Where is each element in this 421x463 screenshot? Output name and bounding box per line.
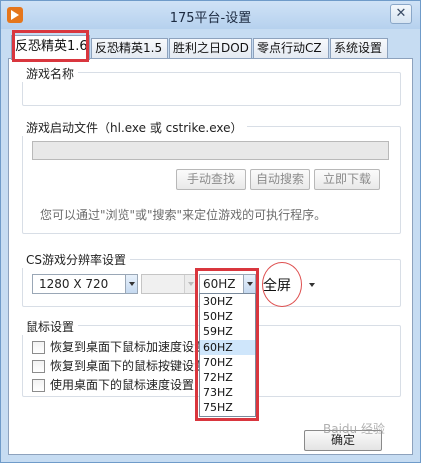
download-now-button[interactable]: 立即下载 [314, 169, 380, 190]
color-depth-select[interactable] [141, 274, 197, 294]
auto-search-button[interactable]: 自动搜索 [250, 169, 310, 190]
mouse-accel-label: 恢复到桌面下鼠标加速度设置 [50, 340, 207, 354]
mouse-title: 鼠标设置 [22, 318, 79, 335]
mouse-accel-checkbox[interactable] [32, 341, 45, 354]
resolution-title: CS游戏分辨率设置 [22, 251, 130, 268]
title-bar[interactable]: 175平台-设置 ✕ [1, 1, 420, 29]
baidu-watermark: Baidu 经验 [323, 422, 385, 436]
tab-system-settings[interactable]: 系统设置 [330, 38, 388, 59]
game-name-group [22, 72, 401, 106]
launch-file-title: 游戏启动文件（hl.exe 或 cstrike.exe） [22, 119, 247, 136]
chevron-down-icon [125, 275, 137, 293]
mouse-buttons-label: 恢复到桌面下的鼠标按键设置 [50, 359, 207, 373]
annotation-box-tab [12, 30, 89, 62]
window-title: 175平台-设置 [169, 11, 252, 26]
game-name-title: 游戏名称 [22, 65, 79, 82]
annotation-box-refresh [195, 268, 259, 421]
mouse-buttons-checkbox[interactable] [32, 360, 45, 373]
chevron-down-icon[interactable] [309, 283, 315, 287]
launch-file-hint: 您可以通过"浏览"或"搜索"来定位游戏的可执行程序。 [40, 208, 327, 222]
manual-find-button[interactable]: 手动查找 [176, 169, 246, 190]
annotation-circle-fullscreen [262, 262, 302, 307]
resolution-select[interactable]: 1280 X 720 [32, 274, 138, 294]
close-button[interactable]: ✕ [390, 4, 412, 24]
mouse-speed-checkbox[interactable] [32, 379, 45, 392]
resolution-value: 1280 X 720 [39, 277, 109, 291]
tab-dod[interactable]: 胜利之日DOD [169, 38, 252, 59]
mouse-speed-label: 使用桌面下的鼠标速度设置 [50, 378, 195, 392]
tab-cs15[interactable]: 反恐精英1.5 [91, 38, 168, 59]
launch-file-path-field[interactable] [32, 141, 389, 160]
tab-cz[interactable]: 零点行动CZ [253, 38, 329, 59]
